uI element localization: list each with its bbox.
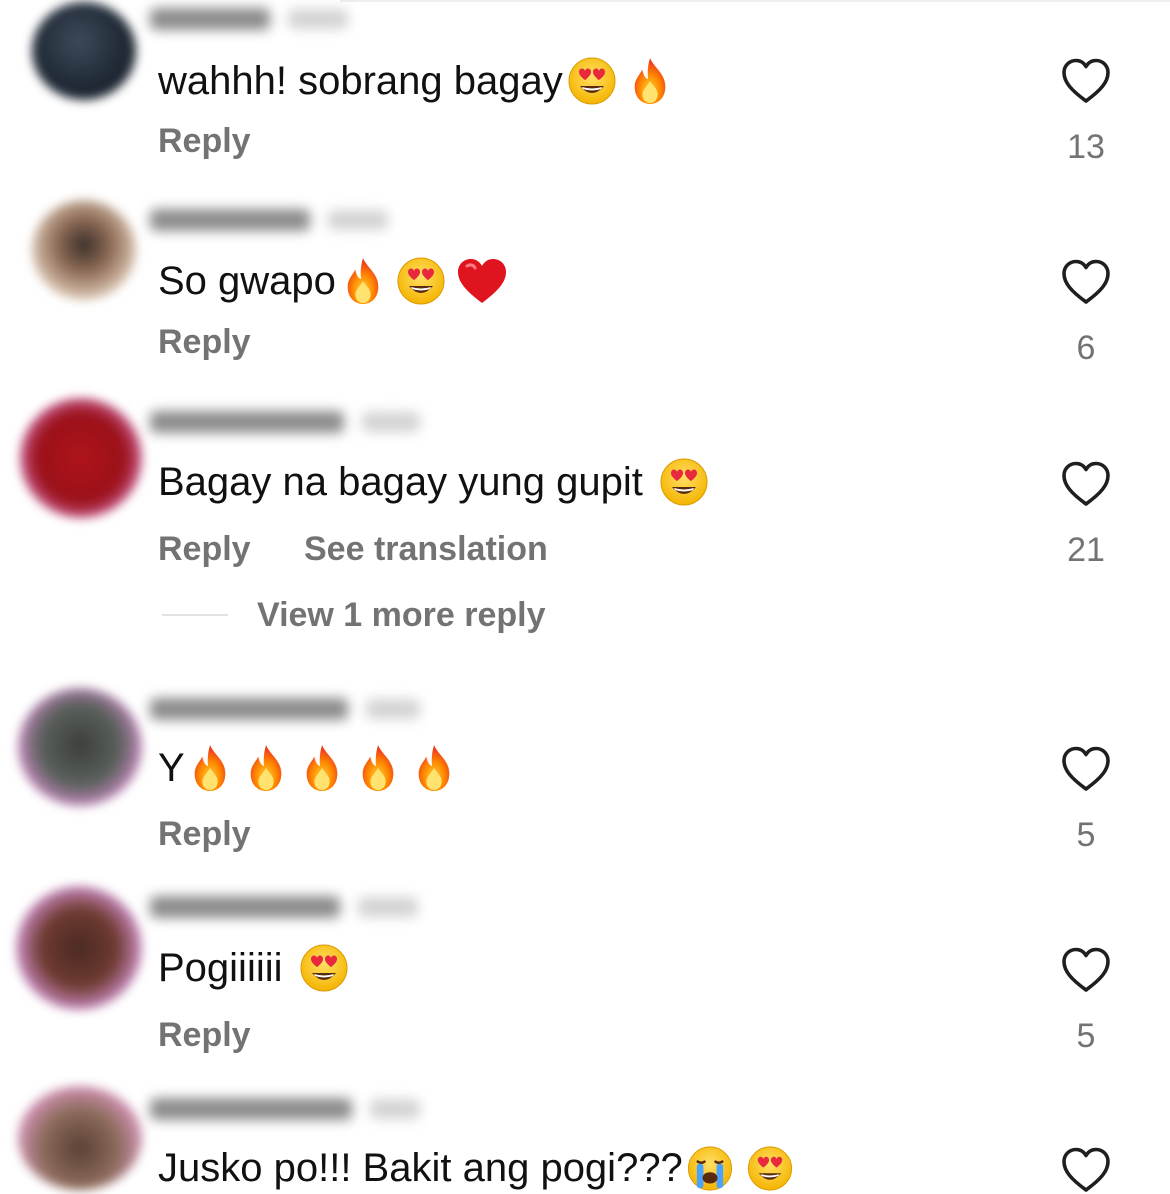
heart-eyes-emoji [659, 457, 709, 507]
like-count: 13 [1067, 128, 1105, 166]
heart-eyes-emoji [396, 256, 446, 306]
avatar[interactable] [20, 398, 142, 518]
fire-emoji [187, 742, 233, 794]
avatar[interactable] [16, 886, 142, 1010]
fire-emoji [340, 255, 386, 307]
username-blurred[interactable] [150, 1094, 420, 1124]
heart-eyes-emoji [745, 1145, 795, 1192]
username-blurred[interactable] [150, 205, 420, 235]
comment-body: Jusko po!!! Bakit ang pogi??? [158, 1146, 683, 1190]
fire-emoji [243, 742, 289, 794]
reply-button[interactable]: Reply [158, 1016, 251, 1055]
comment-text: wahhh! sobrang bagay [158, 55, 683, 107]
fire-emoji [411, 742, 457, 794]
crying-face-emoji [685, 1145, 735, 1192]
heart-eyes-emoji [299, 943, 349, 993]
comment-text: Y [158, 742, 467, 794]
reply-button[interactable]: Reply [158, 122, 251, 161]
comment-text: Pogiiiiii [158, 943, 359, 993]
like-count: 5 [1076, 816, 1096, 854]
like-heart-icon[interactable] [1060, 460, 1112, 508]
username-blurred[interactable] [150, 4, 420, 34]
see-translation-button[interactable]: See translation [304, 530, 548, 569]
username-blurred[interactable] [150, 694, 420, 724]
like-count: 5 [1076, 1017, 1096, 1055]
comment-body: Pogiiiiii [158, 946, 283, 990]
avatar[interactable] [18, 688, 142, 806]
view-more-replies-button[interactable]: View 1 more reply [257, 596, 546, 635]
comment-body: Bagay na bagay yung gupit [158, 460, 643, 504]
like-count: 21 [1067, 531, 1105, 569]
comment-text: Bagay na bagay yung gupit [158, 457, 719, 507]
like-heart-icon[interactable] [1060, 57, 1112, 105]
heart-eyes-emoji [567, 56, 617, 106]
view-replies-divider [162, 614, 228, 616]
comment-body: So gwapo [158, 259, 336, 303]
fire-emoji [299, 742, 345, 794]
comment-body: wahhh! sobrang bagay [158, 59, 563, 103]
reply-button[interactable]: Reply [158, 323, 251, 362]
like-heart-icon[interactable] [1060, 1146, 1112, 1194]
comment-text: So gwapo [158, 255, 518, 307]
like-count: 6 [1076, 329, 1096, 367]
avatar[interactable] [18, 1086, 142, 1190]
comment-text: Jusko po!!! Bakit ang pogi??? [158, 1143, 805, 1193]
reply-button[interactable]: Reply [158, 530, 251, 569]
reply-button[interactable]: Reply [158, 815, 251, 854]
avatar[interactable] [32, 2, 136, 100]
top-divider [340, 0, 1170, 2]
fire-emoji [627, 55, 673, 107]
fire-emoji [355, 742, 401, 794]
username-blurred[interactable] [150, 407, 420, 437]
like-heart-icon[interactable] [1060, 745, 1112, 793]
like-heart-icon[interactable] [1060, 258, 1112, 306]
username-blurred[interactable] [150, 892, 420, 922]
avatar[interactable] [32, 200, 136, 300]
like-heart-icon[interactable] [1060, 946, 1112, 994]
red-heart-emoji [456, 257, 508, 305]
comment-body: Y [158, 746, 185, 790]
